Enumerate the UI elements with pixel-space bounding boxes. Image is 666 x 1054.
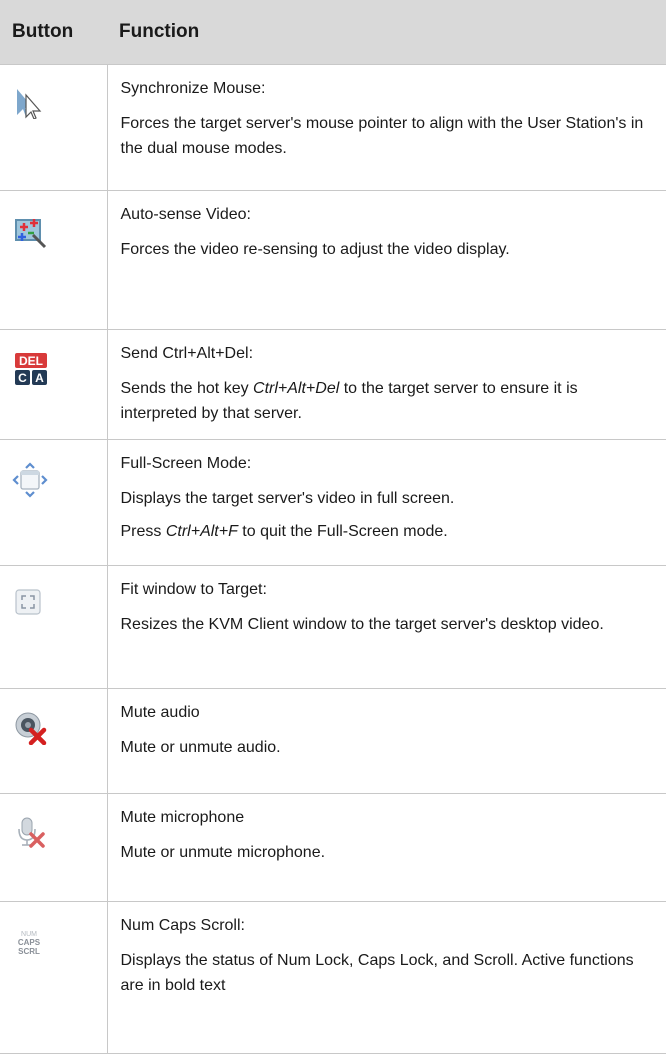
button-cell: NUM CAPS SCRL <box>0 901 108 1054</box>
function-title: Num Caps Scroll: <box>120 917 245 934</box>
function-cell: Full-Screen Mode: Displays the target se… <box>107 439 666 566</box>
mute-audio-icon <box>14 711 48 745</box>
desc-text: Sends the hot key <box>120 380 254 397</box>
button-cell <box>0 439 108 566</box>
function-description: Displays the target server's video in fu… <box>120 490 455 507</box>
table-row: NUM CAPS SCRL Num Caps Scroll: Displays … <box>0 901 666 1054</box>
table-row: Mute audio Mute or unmute audio. <box>0 688 666 794</box>
button-cell <box>0 64 108 191</box>
function-title: Mute audio <box>120 704 200 721</box>
num-label: NUM <box>21 931 37 938</box>
full-screen-mode-icon <box>12 462 48 498</box>
a-key-label: A <box>35 371 44 385</box>
hotkey-text: Ctrl+Alt+F <box>165 523 238 540</box>
table-row: Fit window to Target: Resizes the KVM Cl… <box>0 565 666 689</box>
auto-sense-video-icon <box>14 215 48 249</box>
function-cell: Mute audio Mute or unmute audio. <box>107 688 666 794</box>
function-note: Press Ctrl+Alt+F to quit the Full-Screen… <box>121 519 655 544</box>
table-row: DEL C A Send Ctrl+Alt+Del: Sends the hot… <box>0 329 666 440</box>
send-ctrl-alt-del-icon: DEL C A <box>14 352 48 386</box>
hotkey-text: Ctrl+Alt+Del <box>253 380 340 397</box>
function-description: Resizes the KVM Client window to the tar… <box>120 616 604 633</box>
function-title: Send Ctrl+Alt+Del: <box>120 345 254 362</box>
caps-label: CAPS <box>18 938 41 947</box>
button-cell <box>0 793 108 902</box>
scrl-label: SCRL <box>18 947 40 956</box>
button-function-table: Button Function Synchronize Mouse: Force… <box>0 0 666 1054</box>
function-cell: Send Ctrl+Alt+Del: Sends the hot key Ctr… <box>107 329 666 440</box>
header-function: Function <box>107 0 666 65</box>
table-row: Auto-sense Video: Forces the video re-se… <box>0 190 666 330</box>
header-button: Button <box>0 0 107 65</box>
button-cell <box>0 688 108 794</box>
table-row: Full-Screen Mode: Displays the target se… <box>0 439 666 566</box>
num-caps-scroll-icon: NUM CAPS SCRL <box>14 928 44 958</box>
function-description: Forces the video re-sensing to adjust th… <box>120 241 510 258</box>
function-title: Synchronize Mouse: <box>120 80 266 97</box>
fit-window-icon <box>14 588 42 616</box>
function-title: Full-Screen Mode: <box>120 455 252 472</box>
function-title: Mute microphone <box>120 809 245 826</box>
c-key-label: C <box>18 371 27 385</box>
function-cell: Mute microphone Mute or unmute microphon… <box>107 793 666 902</box>
function-description: Mute or unmute audio. <box>120 739 281 756</box>
button-cell <box>0 565 108 689</box>
mute-microphone-icon <box>14 816 46 848</box>
function-title: Auto-sense Video: <box>120 206 251 223</box>
function-title: Fit window to Target: <box>120 581 267 598</box>
function-cell: Fit window to Target: Resizes the KVM Cl… <box>107 565 666 689</box>
function-cell: Num Caps Scroll: Displays the status of … <box>107 901 666 1054</box>
note-text: Press <box>120 523 166 540</box>
function-description: Mute or unmute microphone. <box>120 844 326 861</box>
function-description: Sends the hot key Ctrl+Alt+Del to the ta… <box>121 376 655 426</box>
function-description: Forces the target server's mouse pointer… <box>120 115 644 157</box>
table-header-row: Button Function <box>0 0 666 65</box>
del-key-label: DEL <box>19 354 43 368</box>
function-cell: Synchronize Mouse: Forces the target ser… <box>107 64 666 191</box>
function-cell: Auto-sense Video: Forces the video re-se… <box>107 190 666 330</box>
function-description: Displays the status of Num Lock, Caps Lo… <box>120 952 634 994</box>
button-cell <box>0 190 108 330</box>
table-row: Mute microphone Mute or unmute microphon… <box>0 793 666 902</box>
button-cell: DEL C A <box>0 329 108 440</box>
note-text: to quit the Full-Screen mode. <box>237 523 448 540</box>
table-row: Synchronize Mouse: Forces the target ser… <box>0 64 666 191</box>
synchronize-mouse-icon <box>14 87 46 119</box>
